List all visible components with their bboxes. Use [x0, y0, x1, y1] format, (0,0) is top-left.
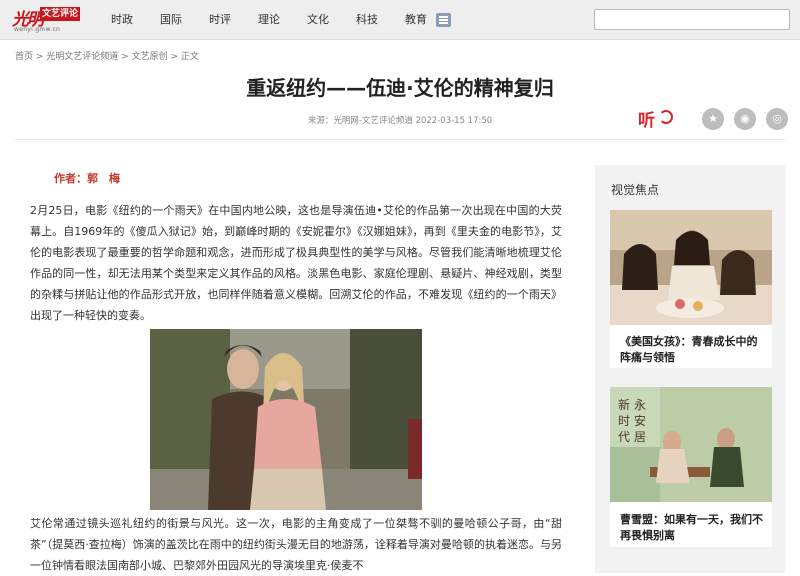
- breadcrumb-channel[interactable]: 光明文艺评论频道: [46, 52, 118, 62]
- focus-card-caption[interactable]: 曹雪盟：如果有一天，我们不再畏惧别离: [620, 512, 768, 544]
- focus-card-image[interactable]: [610, 210, 772, 325]
- nav-item-politics[interactable]: 时政: [111, 0, 133, 40]
- nav-item-tech[interactable]: 科技: [356, 0, 378, 40]
- nav-item-theory[interactable]: 理论: [258, 0, 280, 40]
- sound-wave-icon: [659, 110, 673, 124]
- focus-card[interactable]: 《美国女孩》：青春成长中的阵痛与领悟: [610, 210, 772, 368]
- header-divider: [15, 139, 785, 140]
- logo-tag: 文艺评论: [40, 7, 81, 21]
- svg-text:新: 新: [618, 397, 630, 412]
- svg-text:代: 代: [618, 430, 630, 444]
- svg-text:时: 时: [618, 414, 630, 428]
- nav-item-education[interactable]: 教育: [405, 0, 427, 40]
- focus-card-image[interactable]: 新时代 永安居: [610, 387, 772, 502]
- svg-text:永: 永: [634, 398, 646, 412]
- visual-focus-sidebar: 视觉焦点 《美国女孩》：青春成长中的阵痛与领悟 新 时 代 永 安 居 曹雪盟：…: [595, 165, 785, 573]
- listen-button[interactable]: 听: [638, 106, 676, 131]
- focus-card[interactable]: 新时代 永安居 曹雪盟：如果有一天，我们不再畏惧别离: [610, 387, 772, 547]
- wechat-icon[interactable]: ◉: [734, 108, 756, 130]
- breadcrumb-current: 正文: [180, 52, 199, 62]
- nav-item-commentary[interactable]: 时评: [209, 0, 231, 40]
- film-still-image: [150, 329, 422, 510]
- breadcrumb-section[interactable]: 文艺原创: [132, 52, 168, 62]
- article-meta: 来源：光明网-文艺评论频道 2022-03-15 17:50: [307, 116, 493, 126]
- article-author: 作者：郭 梅: [54, 172, 120, 185]
- breadcrumb: 首页 > 光明文艺评论频道 > 文艺原创 > 正文: [15, 52, 199, 62]
- article-title: 重返纽约——伍迪·艾伦的精神复归: [246, 76, 554, 100]
- focus-card-caption[interactable]: 《美国女孩》：青春成长中的阵痛与领悟: [620, 334, 768, 366]
- sidebar-heading: 视觉焦点: [611, 183, 660, 197]
- top-nav-bar: 光明 文艺评论 wenyi.gmw.cn 时政 国际 时评 理论 文化 科技 教…: [0, 0, 800, 40]
- nav-item-international[interactable]: 国际: [160, 0, 182, 40]
- site-logo[interactable]: 光明 文艺评论 wenyi.gmw.cn: [12, 4, 82, 36]
- article-paragraph: 2月25日，电影《纽约的一个雨天》在中国内地公映，这也是导演伍迪•艾伦的作品第一…: [30, 204, 562, 322]
- article-paragraph: 艾伦常通过镜头巡礼纽约的街景与风光。这一次，电影的主角变成了一位桀骜不驯的曼哈顿…: [30, 517, 562, 572]
- search-input[interactable]: [594, 9, 790, 30]
- star-icon[interactable]: ★: [702, 108, 724, 130]
- nav-item-culture[interactable]: 文化: [307, 0, 329, 40]
- svg-text:居: 居: [634, 430, 646, 444]
- breadcrumb-home[interactable]: 首页: [15, 52, 33, 62]
- svg-text:安: 安: [634, 413, 646, 428]
- listen-label: 听: [638, 111, 655, 131]
- weibo-icon[interactable]: ◎: [766, 108, 788, 130]
- main-nav: 时政 国际 时评 理论 文化 科技 教育: [111, 0, 454, 40]
- menu-list-icon[interactable]: [436, 13, 451, 27]
- logo-url: wenyi.gmw.cn: [14, 26, 61, 33]
